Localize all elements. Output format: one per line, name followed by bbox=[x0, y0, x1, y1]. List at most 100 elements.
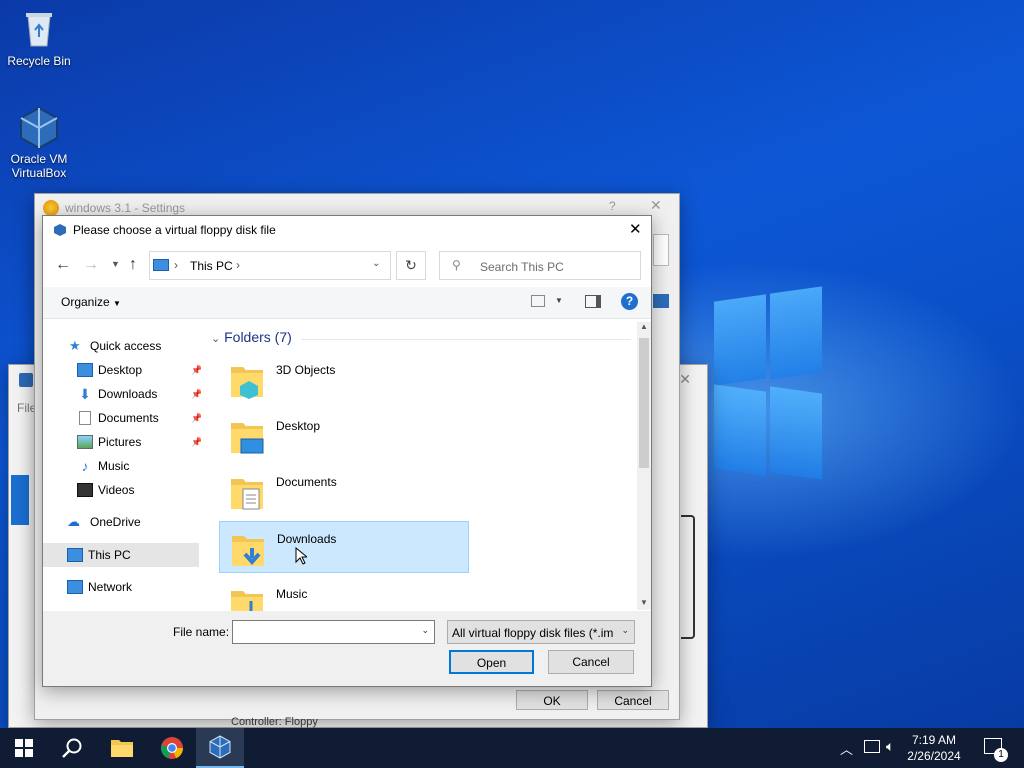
nav-videos[interactable]: Videos bbox=[77, 479, 134, 501]
address-bar[interactable]: › This PC › ⌄ bbox=[149, 251, 391, 280]
section-header[interactable]: ⌄ Folders (7) bbox=[211, 329, 292, 345]
folder-name: Desktop bbox=[276, 419, 321, 433]
close-icon[interactable]: ✕ bbox=[650, 197, 662, 214]
clock-date: 2/26/2024 bbox=[907, 749, 961, 763]
ok-button[interactable]: OK bbox=[516, 690, 588, 710]
nav-network[interactable]: Network bbox=[67, 576, 132, 598]
chevron-down-icon: ▼ bbox=[113, 299, 121, 308]
search-box[interactable]: ⚲ Search This PC bbox=[439, 251, 641, 280]
organize-button[interactable]: Organize ▼ bbox=[61, 295, 121, 309]
search-icon: ⚲ bbox=[452, 258, 461, 272]
close-icon[interactable]: ✕ bbox=[629, 220, 642, 238]
computer-icon bbox=[67, 548, 83, 562]
nav-label: Desktop bbox=[98, 363, 143, 377]
up-arrow-icon[interactable]: ↑ bbox=[129, 256, 137, 274]
close-icon[interactable]: ✕ bbox=[679, 371, 691, 388]
pin-icon: 📌 bbox=[191, 437, 201, 447]
nav-pictures[interactable]: Pictures 📌 bbox=[77, 431, 201, 453]
nav-label: Pictures bbox=[98, 435, 142, 449]
scroll-down-icon[interactable]: ▼ bbox=[640, 598, 648, 607]
save-icon[interactable] bbox=[653, 294, 669, 308]
nav-desktop[interactable]: Desktop 📌 bbox=[77, 359, 201, 381]
open-button[interactable]: Open bbox=[449, 650, 534, 674]
scrollbar-thumb[interactable] bbox=[639, 338, 649, 468]
chevron-down-icon[interactable]: ⌄ bbox=[372, 258, 380, 269]
chrome-taskbar-button[interactable] bbox=[148, 728, 196, 768]
nav-label: OneDrive bbox=[90, 515, 141, 529]
help-button[interactable]: ? bbox=[609, 199, 616, 213]
network-icon bbox=[67, 580, 83, 594]
file-dialog: Please choose a virtual floppy disk file… bbox=[42, 215, 652, 687]
search-input[interactable]: Search This PC bbox=[480, 260, 564, 274]
folder-music[interactable]: Music bbox=[219, 577, 469, 611]
music-note-icon: ♪ bbox=[81, 458, 89, 474]
help-icon[interactable]: ? bbox=[621, 293, 638, 310]
desktop-icon bbox=[77, 363, 93, 377]
folder-downloads-icon bbox=[230, 530, 266, 568]
preview-pane-icon[interactable] bbox=[585, 295, 601, 308]
desktop-icon-label: Oracle VM VirtualBox bbox=[10, 152, 68, 180]
chrome-icon bbox=[161, 737, 184, 759]
breadcrumb-this-pc[interactable]: This PC bbox=[190, 259, 233, 273]
scroll-up-icon[interactable]: ▲ bbox=[640, 322, 648, 331]
breadcrumb-separator: › bbox=[174, 258, 178, 272]
download-arrow-icon: ⬇ bbox=[79, 386, 91, 402]
settings-field bbox=[653, 234, 669, 266]
nav-label: Quick access bbox=[90, 339, 162, 353]
pin-icon: 📌 bbox=[191, 365, 201, 375]
folder-3d-objects-icon bbox=[229, 361, 265, 399]
folder-name: Music bbox=[276, 587, 308, 601]
folder-name: Downloads bbox=[277, 532, 337, 546]
forward-arrow-icon[interactable]: → bbox=[83, 256, 99, 274]
chevron-down-icon[interactable]: ⌄ bbox=[421, 625, 429, 636]
desktop-icon-virtualbox[interactable]: Oracle VM VirtualBox bbox=[4, 106, 74, 180]
star-icon: ★ bbox=[69, 338, 81, 353]
nav-onedrive[interactable]: ☁ OneDrive bbox=[67, 511, 141, 533]
cancel-button[interactable]: Cancel bbox=[597, 690, 669, 710]
folder-documents[interactable]: Documents bbox=[219, 465, 469, 517]
cancel-button[interactable]: Cancel bbox=[548, 650, 634, 674]
search-button[interactable] bbox=[48, 728, 96, 768]
file-type-select[interactable]: All virtual floppy disk files (*.im ⌄ bbox=[447, 620, 635, 644]
folder-downloads[interactable]: Downloads bbox=[219, 521, 469, 573]
nav-label: Documents bbox=[98, 411, 159, 425]
desktop-icon-recycle-bin[interactable]: Recycle Bin bbox=[4, 8, 74, 68]
pin-icon: 📌 bbox=[191, 413, 201, 423]
refresh-icon[interactable]: ↻ bbox=[396, 251, 426, 280]
show-hidden-icons-chevron-icon[interactable]: ︿ bbox=[840, 739, 853, 758]
back-arrow-icon[interactable]: ← bbox=[55, 256, 71, 274]
vertical-scrollbar[interactable]: ▲ ▼ bbox=[637, 322, 651, 610]
nav-quick-access[interactable]: ★ Quick access bbox=[69, 335, 161, 357]
nav-label: Downloads bbox=[98, 387, 158, 401]
folder-3d-objects[interactable]: 3D Objects bbox=[219, 353, 469, 405]
speaker-muted-icon[interactable]: 🔈︎ bbox=[886, 738, 894, 755]
folder-music-icon bbox=[229, 585, 265, 611]
view-options-icon[interactable] bbox=[531, 295, 545, 307]
folder-name: 3D Objects bbox=[276, 363, 336, 377]
cloud-icon: ☁ bbox=[67, 514, 80, 529]
file-explorer-taskbar-button[interactable] bbox=[98, 728, 146, 768]
breadcrumb-separator: › bbox=[236, 258, 240, 272]
nav-this-pc[interactable]: This PC bbox=[67, 544, 131, 566]
start-button[interactable] bbox=[0, 728, 48, 768]
desktop-icon-label: Recycle Bin bbox=[7, 54, 71, 68]
nav-documents[interactable]: Documents 📌 bbox=[77, 407, 201, 429]
settings-gear-icon bbox=[43, 200, 59, 216]
nav-music[interactable]: ♪ Music bbox=[77, 455, 130, 477]
chevron-down-icon[interactable]: ▼ bbox=[555, 296, 563, 305]
vm-list-item[interactable] bbox=[11, 475, 29, 525]
virtualbox-icon bbox=[53, 223, 67, 237]
file-name-input[interactable] bbox=[235, 623, 411, 641]
virtualbox-taskbar-button[interactable] bbox=[196, 728, 244, 768]
content-pane: ⌄ Folders (7) 3D Objects Desktop Documen… bbox=[209, 319, 637, 611]
virtualbox-icon bbox=[19, 373, 33, 387]
network-icon[interactable] bbox=[864, 740, 880, 753]
command-bar: Organize ▼ ▼ ? bbox=[43, 287, 651, 319]
preview-frame bbox=[681, 515, 695, 639]
nav-downloads[interactable]: ⬇ Downloads 📌 bbox=[77, 383, 201, 405]
recent-locations-chevron-icon[interactable]: ▼ bbox=[111, 259, 120, 269]
file-name-combobox[interactable]: ⌄ bbox=[232, 620, 435, 644]
folder-desktop[interactable]: Desktop bbox=[219, 409, 469, 461]
clock[interactable]: 7:19 AM 2/26/2024 bbox=[904, 732, 964, 764]
document-icon bbox=[79, 411, 91, 425]
